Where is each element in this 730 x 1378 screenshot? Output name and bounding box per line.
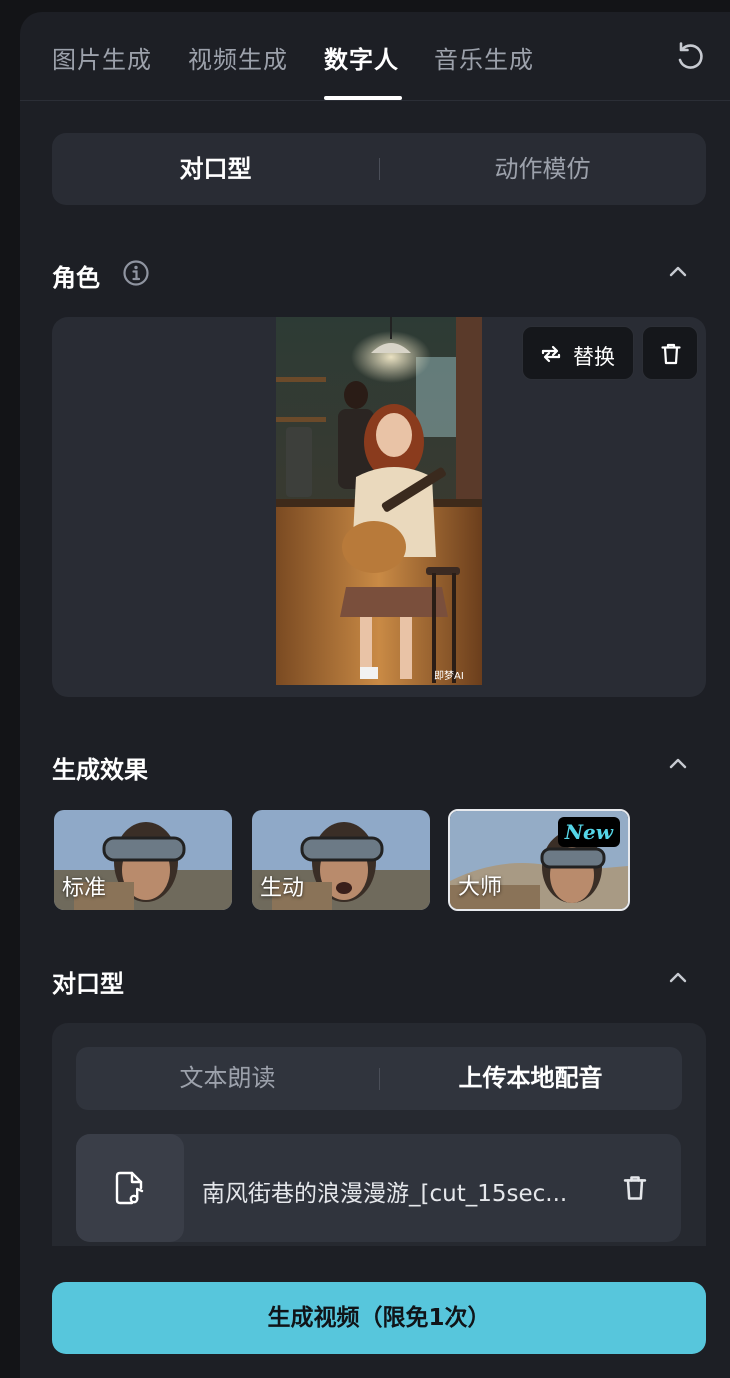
segment-upload-local-audio[interactable]: 上传本地配音 (379, 1047, 682, 1110)
character-section-title: 角色 (52, 264, 100, 292)
segment-motion-imitation[interactable]: 动作模仿 (379, 133, 706, 205)
character-photo[interactable]: 即梦AI (276, 317, 482, 685)
delete-audio-trash-icon[interactable] (621, 1174, 649, 1202)
top-tabs: 图片生成 视频生成 数字人 音乐生成 (20, 12, 730, 101)
lip-sync-collapse-chevron-up-icon[interactable] (666, 966, 690, 990)
effects-collapse-chevron-up-icon[interactable] (666, 752, 690, 776)
effects-section-title: 生成效果 (52, 756, 148, 784)
effect-option-standard[interactable]: 标准 (54, 810, 232, 910)
audio-file-name: 南风街巷的浪漫漫游_[cut_15sec... (202, 1181, 568, 1207)
tab-digital-human[interactable]: 数字人 (324, 40, 399, 75)
effect-option-master[interactable]: New 大师 (448, 809, 630, 911)
character-collapse-chevron-up-icon[interactable] (666, 260, 690, 284)
swap-icon (541, 345, 561, 363)
segment-lip-sync[interactable]: 对口型 (52, 133, 379, 205)
generate-video-button[interactable]: 生成视频（限免1次） (52, 1282, 706, 1354)
reset-icon[interactable] (674, 40, 706, 72)
new-badge: New (557, 817, 620, 847)
segment-text-reading[interactable]: 文本朗读 (76, 1047, 379, 1110)
audio-source-segment: 文本朗读 上传本地配音 (76, 1047, 682, 1110)
effect-label: 大师 (458, 875, 503, 900)
trash-icon (661, 343, 681, 365)
effect-option-vivid[interactable]: 生动 (252, 810, 430, 910)
replace-button-label: 替换 (573, 345, 615, 369)
effect-label: 标准 (62, 876, 107, 901)
photo-watermark: 即梦AI (434, 670, 464, 682)
audio-file-icon (115, 1171, 144, 1205)
tab-video-generation[interactable]: 视频生成 (188, 40, 288, 75)
mode-segment: 对口型 动作模仿 (52, 133, 706, 205)
replace-character-button[interactable]: 替换 (522, 326, 634, 380)
effect-label: 生动 (260, 876, 305, 901)
lip-sync-section-title: 对口型 (52, 970, 124, 998)
digital-human-panel: 图片生成 视频生成 数字人 音乐生成 对口型 动作模仿 角色 即梦AI 替换 生… (20, 12, 730, 1378)
delete-character-button[interactable] (642, 326, 698, 380)
info-icon[interactable] (122, 259, 150, 287)
active-tab-indicator (324, 96, 402, 100)
tab-image-generation[interactable]: 图片生成 (52, 40, 152, 75)
lip-sync-box: 文本朗读 上传本地配音 南风街巷的浪漫漫游_[cut_15sec... (52, 1023, 706, 1246)
uploaded-audio-file[interactable]: 南风街巷的浪漫漫游_[cut_15sec... (76, 1134, 681, 1242)
audio-file-thumbnail (76, 1134, 184, 1242)
character-card: 即梦AI 替换 (52, 317, 706, 697)
tab-music-generation[interactable]: 音乐生成 (434, 40, 534, 75)
